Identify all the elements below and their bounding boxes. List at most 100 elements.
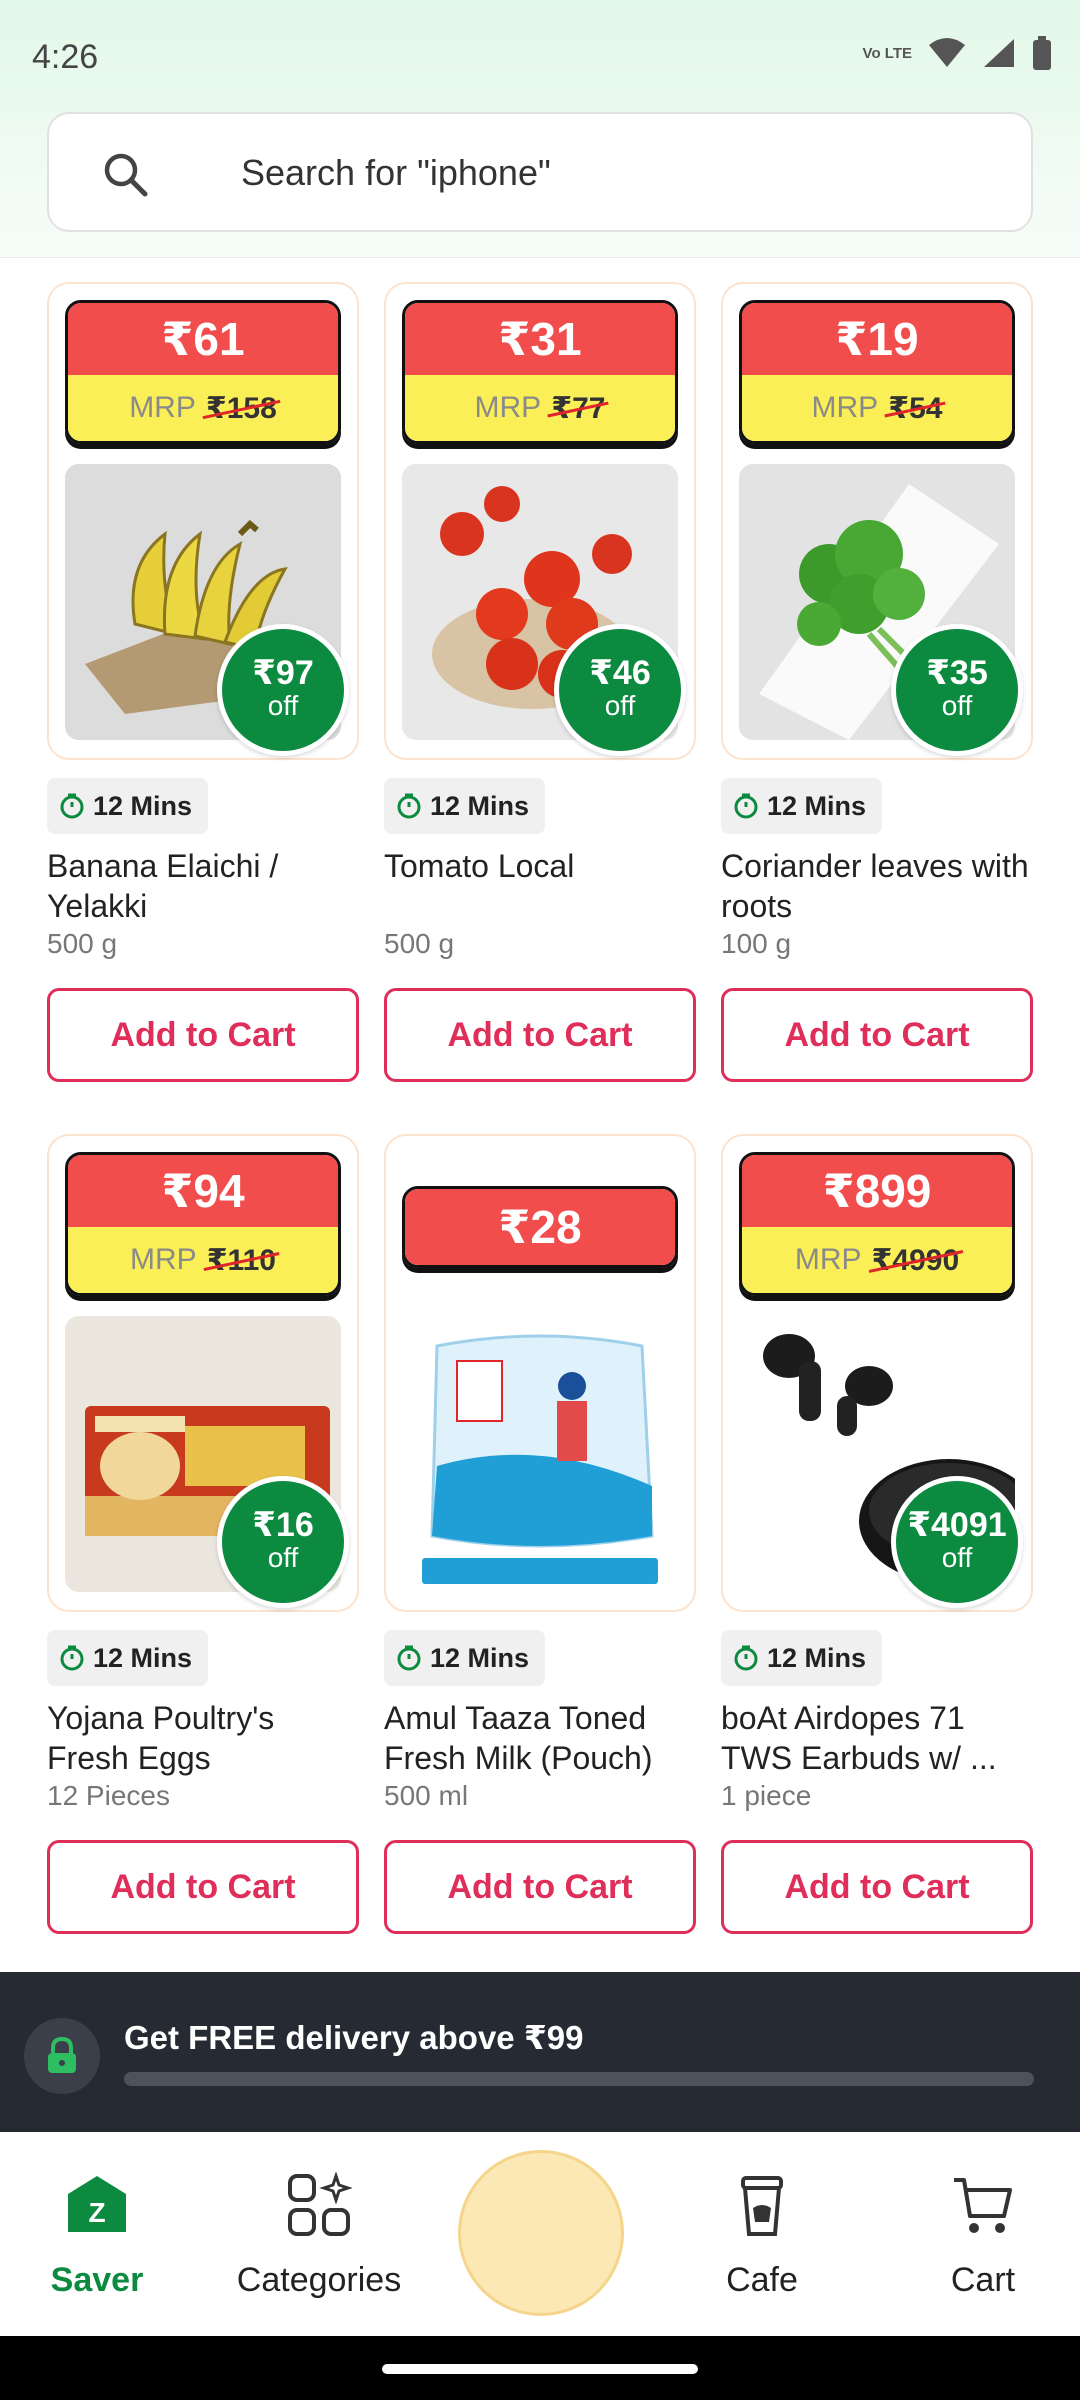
mrp-value: ₹110 <box>206 1243 276 1277</box>
product-name[interactable]: Banana Elaichi / Yelakki <box>47 846 359 926</box>
search-bar[interactable]: Search for "iphone" <box>47 112 1033 232</box>
delivery-eta: 12 Mins <box>384 778 546 834</box>
mrp-value: ₹158 <box>205 391 277 425</box>
eta-text: 12 Mins <box>767 790 867 821</box>
battery-icon <box>1033 36 1051 70</box>
price-tag: ₹61 MRP ₹158 <box>65 300 341 444</box>
mrp-label: MRP <box>130 1243 197 1276</box>
add-to-cart-button[interactable]: Add to Cart <box>384 988 696 1082</box>
price-tag: ₹28 <box>402 1186 678 1268</box>
eta-text: 12 Mins <box>93 790 193 821</box>
free-delivery-banner[interactable]: Get FREE delivery above ₹99 <box>0 1972 1080 2132</box>
product-name[interactable]: Coriander leaves with roots <box>721 846 1033 926</box>
discount-badge: ₹97 off <box>217 624 349 756</box>
signal-icon <box>984 39 1014 67</box>
discount-label: off <box>941 690 973 721</box>
product-quantity: 12 Pieces <box>47 1780 170 1811</box>
eta-text: 12 Mins <box>430 790 530 821</box>
search-input[interactable]: Search for "iphone" <box>241 152 551 194</box>
cafe-icon <box>741 2176 783 2236</box>
app-root: 4:26 Vo LTE Search for "iphone" ₹61 MRP ₹… <box>0 0 1080 2400</box>
mrp-label: MRP <box>474 391 542 424</box>
discount-amount: ₹35 <box>926 654 988 692</box>
product-name[interactable]: Amul Taaza Toned Fresh Milk (Pouch) <box>384 1698 696 1778</box>
product-tile[interactable]: ₹31 MRP ₹77 ₹46 off <box>384 282 696 760</box>
price-tag: ₹94 MRP ₹110 <box>65 1152 341 1296</box>
discount-badge: ₹35 off <box>891 624 1023 756</box>
timer-icon <box>734 793 758 819</box>
timer-icon <box>397 793 421 819</box>
price-tag: ₹19 MRP ₹54 <box>739 300 1015 444</box>
system-gesture-area <box>0 2336 1080 2400</box>
nav-saver-label: Saver <box>50 2261 144 2299</box>
nav-saver[interactable]: Z Saver <box>0 2172 197 2300</box>
product-name[interactable]: Yojana Poultry's Fresh Eggs <box>47 1698 359 1778</box>
discount-badge: ₹4091 off <box>891 1476 1023 1608</box>
selling-price: ₹19 <box>742 303 1012 375</box>
add-to-cart-button[interactable]: Add to Cart <box>47 988 359 1082</box>
product-quantity: 1 piece <box>721 1780 812 1811</box>
timer-icon <box>60 793 84 819</box>
nav-cart[interactable]: Cart <box>883 2172 1080 2300</box>
milk-pouch-image <box>402 1316 678 1592</box>
product-tile[interactable]: ₹94 MRP ₹110 ₹16 off <box>47 1134 359 1612</box>
product-name[interactable]: boAt Airdopes 71 TWS Earbuds w/ ... <box>721 1698 1033 1778</box>
discount-label: off <box>267 1542 299 1573</box>
selling-price: ₹899 <box>742 1155 1012 1227</box>
discount-label: off <box>604 690 636 721</box>
mrp-label: MRP <box>129 391 196 424</box>
status-icons: Vo LTE <box>863 36 1052 70</box>
center-action-button[interactable] <box>458 2150 624 2316</box>
selling-price: ₹94 <box>68 1155 338 1227</box>
mrp-value: ₹77 <box>551 391 606 425</box>
discount-badge: ₹16 off <box>217 1476 349 1608</box>
product-quantity: 500 ml <box>384 1780 469 1811</box>
product-name[interactable]: Tomato Local <box>384 846 696 886</box>
add-to-cart-button[interactable]: Add to Cart <box>384 1840 696 1934</box>
selling-price: ₹61 <box>68 303 338 375</box>
selling-price: ₹28 <box>405 1189 675 1265</box>
nav-cafe[interactable]: Cafe <box>662 2172 862 2300</box>
add-to-cart-button[interactable]: Add to Cart <box>721 1840 1033 1934</box>
mrp-label: MRP <box>794 1243 862 1276</box>
eta-text: 12 Mins <box>767 1642 867 1673</box>
status-time: 4:26 <box>32 38 99 76</box>
lock-badge <box>24 2018 100 2094</box>
selling-price: ₹31 <box>405 303 675 375</box>
add-to-cart-button[interactable]: Add to Cart <box>47 1840 359 1934</box>
product-tile[interactable]: ₹899 MRP ₹4990 ₹4091 off <box>721 1134 1033 1612</box>
discount-amount: ₹46 <box>589 654 651 692</box>
delivery-eta: 12 Mins <box>47 778 209 834</box>
product-quantity: 500 g <box>47 928 118 959</box>
product-tile[interactable]: ₹19 MRP ₹54 ₹35 off <box>721 282 1033 760</box>
mrp-row: MRP ₹4990 <box>742 1227 1012 1293</box>
discount-amount: ₹16 <box>252 1506 314 1544</box>
home-gesture-bar[interactable] <box>382 2364 698 2374</box>
volte-indicator: Vo LTE <box>862 44 912 62</box>
mrp-value: ₹4990 <box>871 1243 960 1277</box>
delivery-progress-bar <box>124 2072 1034 2086</box>
price-tag: ₹899 MRP ₹4990 <box>739 1152 1015 1296</box>
nav-categories[interactable]: Categories <box>219 2171 419 2300</box>
search-icon <box>104 153 148 197</box>
nav-cart-label: Cart <box>950 2261 1016 2299</box>
delivery-eta: 12 Mins <box>721 1630 883 1686</box>
product-quantity: 500 g <box>384 928 455 959</box>
delivery-eta: 12 Mins <box>721 778 883 834</box>
discount-amount: ₹4091 <box>907 1506 1007 1544</box>
eta-text: 12 Mins <box>430 1642 530 1673</box>
mrp-row: MRP ₹77 <box>405 375 675 441</box>
categories-icon <box>288 2171 353 2236</box>
product-tile[interactable]: ₹28 <box>384 1134 696 1612</box>
lock-icon <box>48 2037 76 2073</box>
nav-categories-label: Categories <box>236 2261 402 2299</box>
timer-icon <box>734 1645 758 1671</box>
discount-label: off <box>267 690 299 721</box>
discount-amount: ₹97 <box>252 654 314 692</box>
add-to-cart-button[interactable]: Add to Cart <box>721 988 1033 1082</box>
product-tile[interactable]: ₹61 MRP ₹158 ₹97 off <box>47 282 359 760</box>
wifi-icon <box>929 38 965 67</box>
discount-badge: ₹46 off <box>554 624 686 756</box>
timer-icon <box>60 1645 84 1671</box>
nav-cafe-label: Cafe <box>726 2261 798 2299</box>
